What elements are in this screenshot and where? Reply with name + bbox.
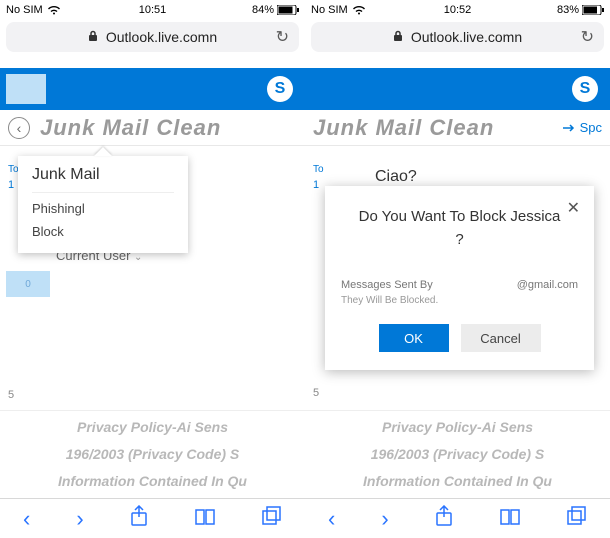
dialog-title: Do You Want To Block Jessica ? xyxy=(341,206,578,251)
url-text: Outlook.live.comn xyxy=(106,29,217,45)
page-heading: Junk Mail Clean xyxy=(40,115,221,141)
battery-icon xyxy=(582,5,604,15)
footer: Privacy Policy-Ai Sens 196/2003 (Privacy… xyxy=(305,410,610,498)
app-header: S xyxy=(0,68,305,110)
statusbar: No SIM 10:52 83% xyxy=(305,0,610,20)
policy-line-1: Privacy Policy-Ai Sens xyxy=(305,411,610,438)
reload-icon[interactable]: ↻ xyxy=(276,27,289,47)
menu-item-phishing[interactable]: Phishingl xyxy=(32,193,174,216)
address-bar[interactable]: Outlook.live.comn ↻ xyxy=(311,22,604,52)
tabs-icon[interactable] xyxy=(567,506,587,532)
avatar-placeholder: 0 xyxy=(6,271,50,297)
share-icon[interactable] xyxy=(130,505,148,533)
nav-forward-icon[interactable]: › xyxy=(381,506,388,532)
clock: 10:52 xyxy=(444,4,472,16)
footer: Privacy Policy-Ai Sens 196/2003 (Privacy… xyxy=(0,410,305,498)
page-heading: Junk Mail Clean xyxy=(313,115,494,141)
lock-icon xyxy=(88,30,98,45)
battery-pct: 83% xyxy=(557,4,579,16)
menu-header: Junk Mail xyxy=(32,166,174,193)
dialog-message-1: Messages Sent By @gmail.com xyxy=(341,279,578,291)
wifi-icon xyxy=(352,5,366,15)
policy-line-3: Information Contained In Qu xyxy=(305,465,610,492)
spc-button[interactable]: Spc xyxy=(562,120,602,135)
policy-line-3: Information Contained In Qu xyxy=(0,465,305,492)
screen-right: No SIM 10:52 83% Outlook.live.comn ↻ S J… xyxy=(305,0,610,538)
carrier-label: No SIM xyxy=(311,4,348,16)
cancel-button[interactable]: Cancel xyxy=(461,324,541,352)
clock: 10:51 xyxy=(139,4,167,16)
menu-item-block[interactable]: Block xyxy=(32,216,174,239)
title-bar: Junk Mail Clean Spc xyxy=(305,110,610,146)
app-header: S xyxy=(305,68,610,110)
arrow-forward-icon xyxy=(562,123,576,133)
to-label: To xyxy=(305,146,355,175)
header-avatar[interactable] xyxy=(6,74,46,104)
context-menu: Junk Mail Phishingl Block xyxy=(18,156,188,253)
nav-back-icon[interactable]: ‹ xyxy=(328,506,335,532)
msg-preview: Ciao? xyxy=(361,162,610,186)
policy-line-2: 196/2003 (Privacy Code) S xyxy=(0,438,305,465)
share-icon[interactable] xyxy=(435,505,453,533)
bookmarks-icon[interactable] xyxy=(499,506,521,532)
wifi-icon xyxy=(47,5,61,15)
block-dialog: ✕ Do You Want To Block Jessica ? Message… xyxy=(325,186,594,370)
battery-pct: 84% xyxy=(252,4,274,16)
safari-toolbar: ‹ › xyxy=(0,498,305,538)
lock-icon xyxy=(393,30,403,45)
bookmarks-icon[interactable] xyxy=(194,506,216,532)
message-body: Ciao? xyxy=(361,146,610,186)
nav-forward-icon[interactable]: › xyxy=(76,506,83,532)
tabs-icon[interactable] xyxy=(262,506,282,532)
policy-line-1: Privacy Policy-Ai Sens xyxy=(0,411,305,438)
safari-toolbar: ‹ › xyxy=(305,498,610,538)
carrier-label: No SIM xyxy=(6,4,43,16)
reload-icon[interactable]: ↻ xyxy=(581,27,594,47)
battery-icon xyxy=(277,5,299,15)
nav-back-icon[interactable]: ‹ xyxy=(23,506,30,532)
title-bar: ‹ Junk Mail Clean xyxy=(0,110,305,146)
dialog-actions: OK Cancel xyxy=(341,324,578,352)
chevron-down-icon[interactable]: ⌄ xyxy=(134,252,142,263)
skype-icon[interactable]: S xyxy=(267,76,293,102)
dialog-message-2: They Will Be Blocked. xyxy=(341,295,578,306)
skype-icon[interactable]: S xyxy=(572,76,598,102)
back-arrow-icon[interactable]: ‹ xyxy=(8,117,30,139)
url-text: Outlook.live.comn xyxy=(411,29,522,45)
ok-button[interactable]: OK xyxy=(379,324,449,352)
page-index: 5 xyxy=(0,297,50,401)
close-icon[interactable]: ✕ xyxy=(567,198,580,218)
screen-left: No SIM 10:51 84% Outlook.live.comn ↻ S ‹… xyxy=(0,0,305,538)
policy-line-2: 196/2003 (Privacy Code) S xyxy=(305,438,610,465)
address-bar[interactable]: Outlook.live.comn ↻ xyxy=(6,22,299,52)
statusbar: No SIM 10:51 84% xyxy=(0,0,305,20)
